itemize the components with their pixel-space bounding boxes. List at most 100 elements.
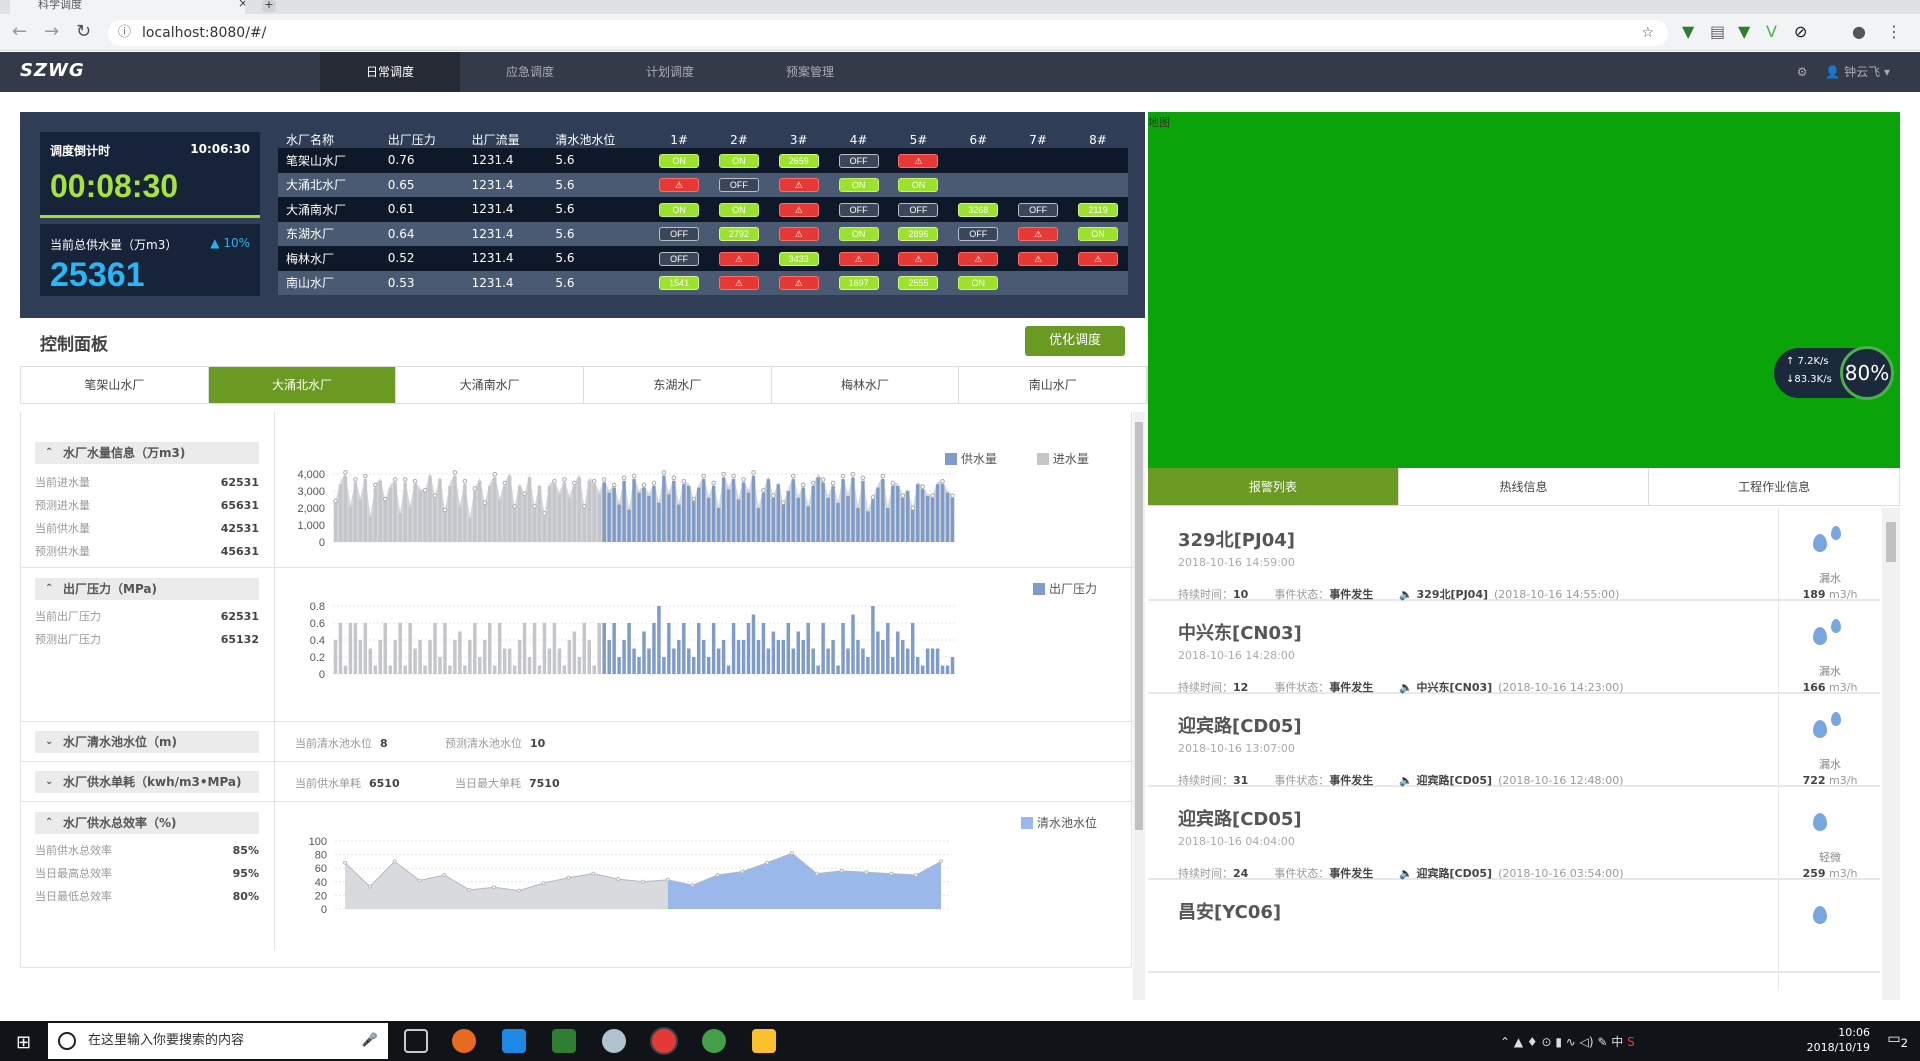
alarm-scrollbar[interactable] (1882, 508, 1900, 1000)
chart-bar[interactable] (801, 640, 805, 674)
chart-bar[interactable] (617, 657, 621, 674)
pump-status-badge[interactable]: ON (659, 202, 700, 217)
data-point[interactable] (422, 487, 428, 493)
pump-status-badge[interactable]: OFF (718, 178, 759, 193)
chart-bar[interactable] (378, 640, 383, 674)
browser-tab[interactable]: 科学调度 × (10, 0, 245, 14)
chart-bar[interactable] (592, 484, 596, 542)
chart-bar[interactable] (677, 640, 681, 674)
chart-bar[interactable] (453, 475, 457, 542)
chart-bar[interactable] (557, 648, 562, 675)
chart-bar[interactable] (861, 480, 865, 542)
pump-status-badge[interactable]: OFF (1018, 202, 1059, 217)
terminal-icon[interactable] (552, 1029, 576, 1053)
data-point[interactable] (920, 484, 925, 489)
chart-bar[interactable] (886, 623, 890, 674)
data-point[interactable] (333, 498, 338, 504)
chart-bar[interactable] (617, 504, 621, 542)
chart-bar[interactable] (418, 491, 422, 542)
chart-bar[interactable] (721, 477, 726, 542)
chart-bar[interactable] (532, 508, 537, 542)
chart-bar[interactable] (846, 496, 850, 542)
chart-bar[interactable] (368, 648, 373, 675)
data-point[interactable] (890, 480, 896, 486)
alarm-warning-icon[interactable]: ⚠ (898, 153, 939, 168)
chart-bar[interactable] (945, 492, 950, 542)
chart-bar[interactable] (776, 484, 781, 542)
chart-bar[interactable] (637, 657, 641, 674)
data-point[interactable] (701, 473, 707, 479)
chart-bar[interactable] (776, 640, 781, 674)
chart-bar[interactable] (841, 479, 845, 542)
data-point[interactable] (740, 869, 745, 874)
chart-bar[interactable] (587, 640, 592, 674)
data-point[interactable] (641, 879, 645, 884)
data-point[interactable] (900, 493, 906, 498)
chart-bar[interactable] (801, 487, 805, 542)
chart-bar[interactable] (642, 487, 646, 542)
chart-bar[interactable] (687, 485, 691, 542)
data-point[interactable] (572, 480, 577, 486)
chart-bar[interactable] (701, 479, 706, 542)
firefox-icon[interactable] (452, 1029, 476, 1053)
data-point[interactable] (467, 887, 472, 892)
chart-bar[interactable] (736, 499, 741, 543)
chart-bar[interactable] (726, 489, 731, 542)
chart-bar[interactable] (527, 477, 532, 542)
chart-bar[interactable] (716, 508, 721, 542)
chart-bar[interactable] (547, 485, 552, 542)
scrollbar-thumb[interactable] (1135, 422, 1143, 830)
pump-status-badge[interactable]: 2792 (718, 227, 759, 242)
plant-row[interactable]: 笔架山水厂 0.76 1231.4 5.6 ON ON 2659 OFF ⚠ (278, 148, 1128, 173)
app-icon[interactable] (602, 1029, 626, 1053)
chart-bar[interactable] (507, 648, 512, 675)
data-point[interactable] (661, 470, 667, 475)
pump-status-badge[interactable]: 2659 (778, 153, 819, 168)
chart-bar[interactable] (706, 657, 711, 674)
chart-bar[interactable] (761, 492, 766, 542)
data-point[interactable] (840, 473, 846, 479)
data-point[interactable] (392, 477, 398, 482)
chart-bar[interactable] (368, 516, 373, 543)
chart-bar[interactable] (731, 623, 736, 674)
chart-bar[interactable] (512, 665, 517, 675)
data-point[interactable] (665, 877, 670, 882)
chart-bar[interactable] (721, 640, 726, 674)
data-point[interactable] (402, 477, 408, 482)
data-point[interactable] (432, 493, 438, 498)
map-area[interactable]: 地图 ↑ 7.2K/s ↓83.3K/s 80% (1148, 112, 1900, 468)
chart-bar[interactable] (473, 491, 477, 542)
chart-bar[interactable] (935, 484, 940, 542)
windows-start-icon[interactable]: ⊞ (16, 1032, 31, 1053)
data-point[interactable] (731, 473, 736, 479)
data-point[interactable] (601, 477, 607, 482)
chart-bar[interactable] (502, 485, 507, 542)
data-point[interactable] (343, 860, 347, 865)
chart-bar[interactable] (731, 479, 736, 542)
data-point[interactable] (651, 480, 657, 486)
chart-bar[interactable] (915, 484, 920, 542)
data-point[interactable] (542, 511, 547, 516)
chart-bar[interactable] (876, 631, 880, 675)
chart-bar[interactable] (587, 480, 592, 542)
chart-bar[interactable] (383, 623, 387, 674)
pump-status-badge[interactable]: ON (898, 178, 939, 193)
chart-bar[interactable] (492, 665, 497, 675)
chart-bar[interactable] (876, 487, 880, 542)
pump-status-badge[interactable]: OFF (659, 251, 700, 266)
pump-status-badge[interactable]: 1541 (659, 276, 700, 291)
chart-bar[interactable] (950, 657, 955, 674)
chart-bar[interactable] (423, 665, 427, 675)
chart-bar[interactable] (438, 479, 442, 542)
chart-bar[interactable] (537, 485, 542, 542)
data-point[interactable] (502, 480, 507, 486)
water-section-header[interactable]: ⌃ 水厂水量信息（万m3) (35, 442, 259, 464)
plant-row[interactable]: 东湖水厂 0.64 1231.4 5.6 OFF 2792 ⚠ ON 2896 OFF ⚠ ON (278, 221, 1128, 246)
chart-bar[interactable] (930, 648, 935, 675)
chart-bar[interactable] (463, 484, 467, 542)
data-point[interactable] (382, 496, 388, 502)
data-point[interactable] (860, 475, 866, 481)
chart-bar[interactable] (696, 487, 701, 542)
chart-bar[interactable] (672, 480, 676, 542)
alarm-warning-icon[interactable]: ⚠ (1078, 251, 1119, 266)
